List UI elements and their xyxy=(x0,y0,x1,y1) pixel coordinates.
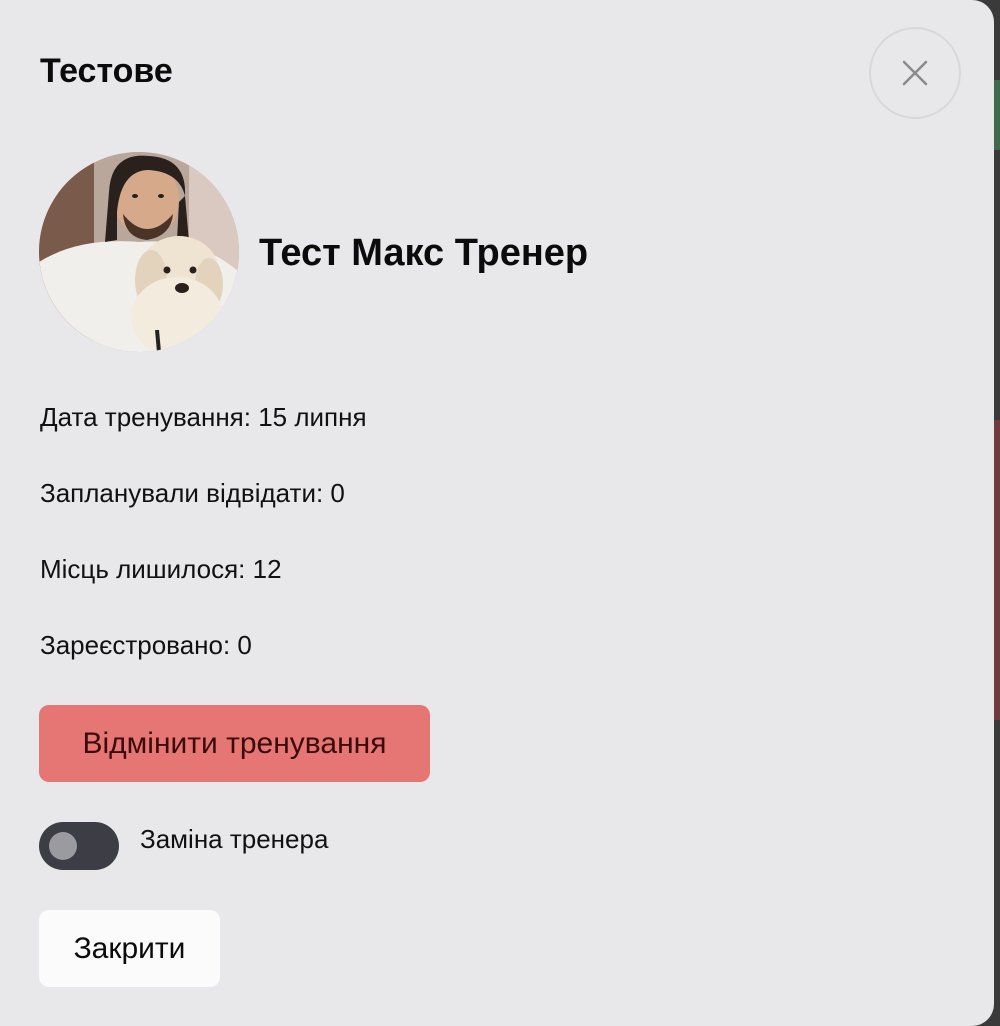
training-date: Дата тренування: 15 липня xyxy=(40,402,367,432)
training-modal: Тестове Тест Макс Тренер Дата тренування… xyxy=(0,0,994,1026)
close-icon-button[interactable] xyxy=(869,27,961,119)
substitute-trainer-toggle[interactable] xyxy=(39,822,119,870)
places-left: Місць лишилося: 12 xyxy=(40,554,282,584)
modal-title: Тестове xyxy=(40,52,173,90)
toggle-knob xyxy=(49,832,77,860)
planned-attendance: Запланували відвідати: 0 xyxy=(40,478,345,508)
close-icon xyxy=(902,60,928,86)
avatar-photo xyxy=(39,152,239,352)
substitute-trainer-label: Заміна тренера xyxy=(140,824,329,854)
cancel-training-button[interactable]: Відмінити тренування xyxy=(39,705,430,782)
close-button[interactable]: Закрити xyxy=(39,910,220,987)
trainer-name: Тест Макс Тренер xyxy=(259,232,589,274)
trainer-avatar xyxy=(39,152,239,352)
registered-count: Зареєстровано: 0 xyxy=(40,630,252,660)
